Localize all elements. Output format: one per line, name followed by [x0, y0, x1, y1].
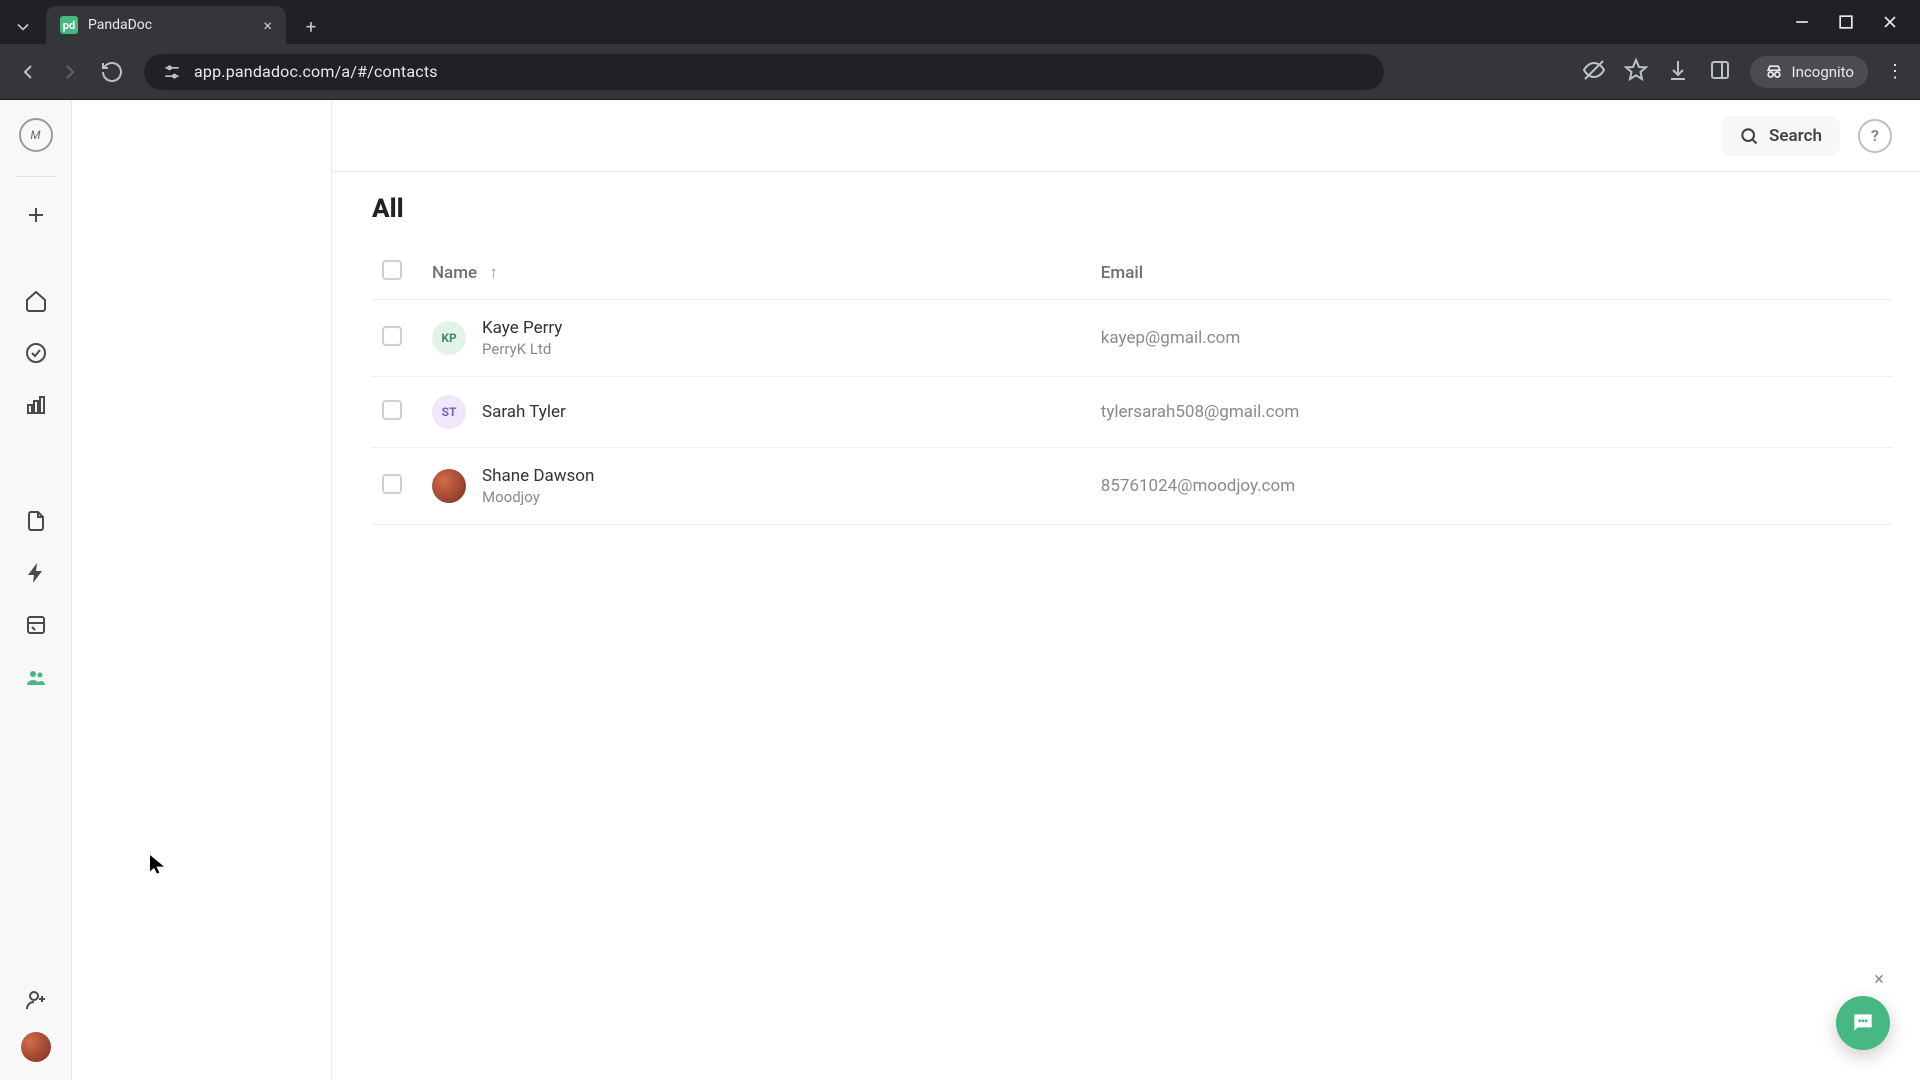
window-minimize-icon[interactable] — [1792, 12, 1812, 32]
column-name-label: Name — [432, 263, 477, 283]
column-name[interactable]: Name ↑ — [422, 246, 1091, 300]
downloads-icon[interactable] — [1666, 58, 1690, 86]
contact-avatar: KP — [432, 321, 466, 355]
tab-favicon: pd — [60, 16, 78, 34]
browser-menu-icon[interactable]: ⋮ — [1886, 61, 1906, 82]
window-maximize-icon[interactable] — [1836, 12, 1856, 32]
main-area: Contacts Search ? Contact — [332, 100, 1920, 1080]
new-tab-button[interactable]: + — [294, 10, 328, 44]
incognito-indicator[interactable]: Incognito — [1750, 56, 1868, 88]
rail-automation-icon[interactable] — [16, 553, 56, 593]
tab-close-icon[interactable]: × — [263, 16, 272, 35]
page-header: Contacts Search ? — [72, 100, 1920, 172]
contact-company: PerryK Ltd — [482, 340, 562, 358]
rail-reports-icon[interactable] — [16, 385, 56, 425]
table-row[interactable]: Shane Dawson Moodjoy 85761024@moodjoy.co… — [372, 448, 1892, 525]
table-row[interactable]: KP Kaye Perry PerryK Ltd kayep@gmail.com — [372, 300, 1892, 377]
reload-button[interactable] — [98, 58, 126, 86]
contact-email: 85761024@moodjoy.com — [1091, 448, 1892, 525]
column-email[interactable]: Email — [1091, 246, 1892, 300]
rail-user-avatar[interactable] — [21, 1032, 51, 1062]
search-button[interactable]: Search — [1721, 116, 1840, 156]
app-root: M — [0, 100, 1920, 1080]
site-settings-icon[interactable] — [162, 62, 182, 82]
rail-contacts-icon[interactable] — [16, 657, 56, 697]
tab-search-button[interactable] — [6, 10, 40, 44]
bookmark-icon[interactable] — [1624, 58, 1648, 86]
table-header-row: Name ↑ Email — [372, 246, 1892, 300]
contact-name: Sarah Tyler — [482, 402, 566, 422]
window-close-icon[interactable] — [1880, 12, 1900, 32]
row-checkbox[interactable] — [382, 400, 402, 420]
contact-name: Shane Dawson — [482, 466, 594, 486]
address-bar[interactable]: app.pandadoc.com/a/#/contacts — [144, 54, 1384, 90]
workspace-logo[interactable]: M — [19, 118, 53, 152]
browser-toolbar: app.pandadoc.com/a/#/contacts Incognito … — [0, 44, 1920, 100]
incognito-label: Incognito — [1792, 63, 1854, 81]
browser-tabstrip: pd PandaDoc × + — [0, 0, 1920, 44]
contact-avatar: ST — [432, 395, 466, 429]
forward-button[interactable] — [56, 58, 84, 86]
contact-name: Kaye Perry — [482, 318, 562, 338]
browser-tab[interactable]: pd PandaDoc × — [46, 6, 286, 44]
chat-dismiss-icon[interactable]: × — [1868, 968, 1890, 990]
window-controls — [1792, 0, 1920, 44]
sort-asc-icon: ↑ — [489, 263, 498, 283]
contact-email: tylersarah508@gmail.com — [1091, 377, 1892, 448]
select-all-checkbox[interactable] — [382, 260, 402, 280]
chat-fab[interactable] — [1836, 996, 1890, 1050]
tab-title: PandaDoc — [88, 17, 152, 33]
back-button[interactable] — [14, 58, 42, 86]
contact-email: kayep@gmail.com — [1091, 300, 1892, 377]
rail-invite-icon[interactable] — [16, 980, 56, 1020]
contact-avatar — [432, 469, 466, 503]
sidebar — [72, 100, 332, 1080]
help-button[interactable]: ? — [1858, 119, 1892, 153]
section-title: All — [372, 194, 1892, 224]
search-label: Search — [1769, 126, 1822, 146]
sidepanel-icon[interactable] — [1708, 58, 1732, 86]
rail-documents-icon[interactable] — [16, 501, 56, 541]
contact-company: Moodjoy — [482, 488, 594, 506]
rail-tasks-icon[interactable] — [16, 333, 56, 373]
tracking-protection-icon[interactable] — [1582, 58, 1606, 86]
nav-rail: M — [0, 100, 72, 1080]
row-checkbox[interactable] — [382, 474, 402, 494]
rail-library-icon[interactable] — [16, 605, 56, 645]
table-row[interactable]: ST Sarah Tyler tylersarah508@gmail.com — [372, 377, 1892, 448]
rail-divider — [16, 176, 56, 177]
rail-home-icon[interactable] — [16, 281, 56, 321]
contacts-table: Name ↑ Email KP Kaye Perry PerryK Ltd ka… — [372, 246, 1892, 525]
url-text: app.pandadoc.com/a/#/contacts — [194, 62, 438, 81]
rail-new-icon[interactable] — [16, 195, 56, 235]
row-checkbox[interactable] — [382, 326, 402, 346]
